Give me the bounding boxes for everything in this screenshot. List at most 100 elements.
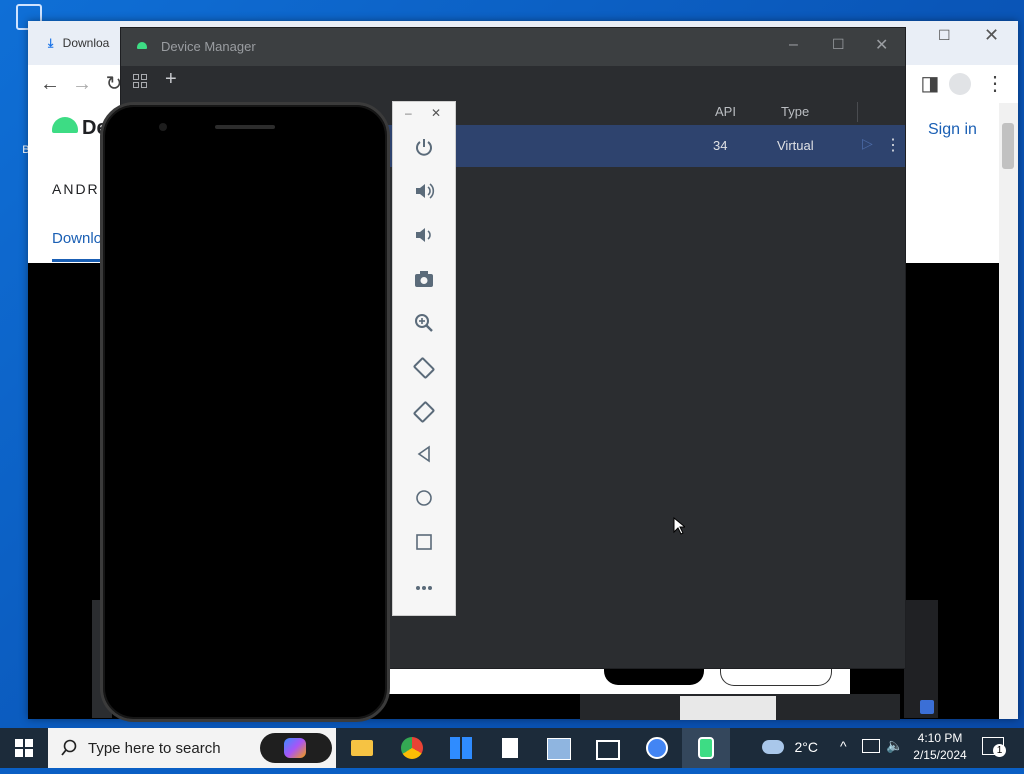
rotate-right-icon: [413, 401, 435, 423]
add-device-icon[interactable]: +: [165, 68, 177, 91]
clock-time: 4:10 PM: [917, 731, 963, 745]
power-icon: [416, 139, 432, 156]
phone-camera: [159, 123, 167, 131]
download-icon: ⤓: [48, 36, 54, 50]
camera-icon: [415, 271, 433, 287]
tray-chevron-icon[interactable]: ^: [840, 738, 847, 754]
back-icon[interactable]: ←: [35, 65, 65, 103]
weather-widget[interactable]: 2°C: [762, 738, 818, 756]
device-api: 34: [713, 138, 728, 153]
volume-down-icon: [416, 228, 431, 242]
home-button[interactable]: [393, 478, 455, 522]
browser-maximize-button[interactable]: ☐: [938, 27, 951, 44]
scroll-thumb[interactable]: [1002, 123, 1014, 169]
play-icon[interactable]: ▷: [862, 135, 873, 152]
windows-tiles-icon: [450, 737, 472, 759]
taskbar-store[interactable]: [437, 728, 485, 768]
zoom-icon: [415, 314, 433, 332]
search-icon: [61, 739, 77, 756]
volume-up-button[interactable]: [393, 170, 455, 214]
clock[interactable]: 4:10 PM 2/15/2024: [908, 731, 972, 762]
taskbar-emulator[interactable]: [682, 728, 730, 768]
rotate-left-button[interactable]: [393, 346, 455, 390]
network-icon[interactable]: [862, 739, 880, 753]
taskbar-notepad[interactable]: [486, 728, 534, 768]
panel-minimize-icon[interactable]: –: [405, 106, 412, 120]
more-dots-icon: [416, 586, 432, 590]
scrollbar[interactable]: [999, 103, 1018, 719]
site-tab-underline: [52, 259, 106, 262]
browser-tab-title: Downloa: [62, 36, 110, 50]
film-icon: [596, 740, 620, 760]
search-placeholder: Type here to search: [88, 740, 221, 757]
notification-icon[interactable]: 1: [982, 737, 1006, 757]
grid-view-icon[interactable]: [133, 74, 147, 88]
phone-screen[interactable]: [113, 115, 377, 709]
volume-up-icon: [416, 183, 435, 199]
browser-close-button[interactable]: ✕: [984, 25, 999, 46]
copilot-button[interactable]: [260, 733, 332, 763]
taskbar: Type here to search 2°C ^ 🔈 4:10 PM 2/15…: [0, 728, 1024, 768]
document-icon: [502, 738, 518, 758]
zoom-button[interactable]: [393, 302, 455, 346]
taskbar-app-2[interactable]: [584, 728, 632, 768]
android-logo-icon: [52, 117, 78, 133]
notification-badge: 1: [993, 744, 1006, 757]
forward-icon[interactable]: →: [67, 65, 97, 103]
windows-logo-icon: [15, 739, 33, 757]
minimize-icon[interactable]: –: [789, 36, 798, 54]
taskbar-android-studio[interactable]: [633, 728, 681, 768]
volume-muted-icon[interactable]: 🔈: [886, 737, 903, 754]
taskbar-chrome[interactable]: [388, 728, 436, 768]
menu-icon[interactable]: ⋮: [980, 65, 1010, 103]
phone-speaker: [215, 125, 275, 129]
start-button[interactable]: [0, 728, 48, 768]
emulator-controls: – ✕: [392, 101, 456, 616]
dm-toolbar: +: [121, 66, 905, 100]
fragment-thumbnail: [680, 696, 776, 720]
emulator-icon: [698, 737, 714, 759]
rotate-right-button[interactable]: [393, 390, 455, 434]
screenshot-button[interactable]: [393, 258, 455, 302]
taskbar-search[interactable]: Type here to search: [48, 728, 336, 768]
rotate-left-icon: [413, 357, 435, 379]
signin-link[interactable]: Sign in: [928, 121, 977, 139]
volume-down-button[interactable]: [393, 214, 455, 258]
site-tab-link[interactable]: Downlo: [52, 230, 102, 247]
overview-square-icon: [416, 534, 432, 550]
close-icon[interactable]: ✕: [875, 35, 888, 55]
device-menu-icon[interactable]: ⋮: [885, 135, 901, 155]
device-type: Virtual: [777, 138, 814, 153]
maximize-icon[interactable]: ☐: [832, 36, 845, 53]
back-triangle-icon: [417, 445, 430, 463]
mouse-cursor-icon: [673, 516, 687, 540]
home-circle-icon: [416, 490, 432, 506]
panel-close-icon[interactable]: ✕: [431, 106, 441, 120]
cloud-icon: [762, 739, 784, 754]
sidepanel-icon[interactable]: ◨: [915, 65, 945, 103]
overview-button[interactable]: [393, 522, 455, 566]
weather-temp: 2°C: [794, 738, 818, 755]
background-window-fragment-right: [904, 600, 938, 718]
android-studio-icon: [646, 737, 668, 759]
emulator-phone: [100, 102, 390, 722]
copilot-icon: [284, 738, 306, 758]
taskbar-file-explorer[interactable]: [338, 728, 386, 768]
back-button[interactable]: [393, 434, 455, 478]
power-button[interactable]: [393, 126, 455, 170]
more-button[interactable]: [393, 566, 455, 610]
fragment-blue-icon: [920, 700, 934, 714]
profile-icon[interactable]: [949, 73, 971, 95]
clock-date: 2/15/2024: [913, 748, 967, 762]
dm-title: Device Manager: [161, 39, 256, 54]
taskbar-app-1[interactable]: [535, 728, 583, 768]
background-window-fragment: [380, 663, 850, 694]
column-api[interactable]: API: [715, 104, 736, 119]
browser-tab[interactable]: ⤓ Downloa: [48, 36, 109, 51]
background-window-fragment-mid: [580, 694, 900, 720]
folder-icon: [351, 740, 373, 756]
app-window-icon: [547, 738, 571, 760]
chrome-icon: [401, 737, 423, 759]
android-icon: [137, 42, 147, 49]
column-type[interactable]: Type: [781, 104, 809, 119]
